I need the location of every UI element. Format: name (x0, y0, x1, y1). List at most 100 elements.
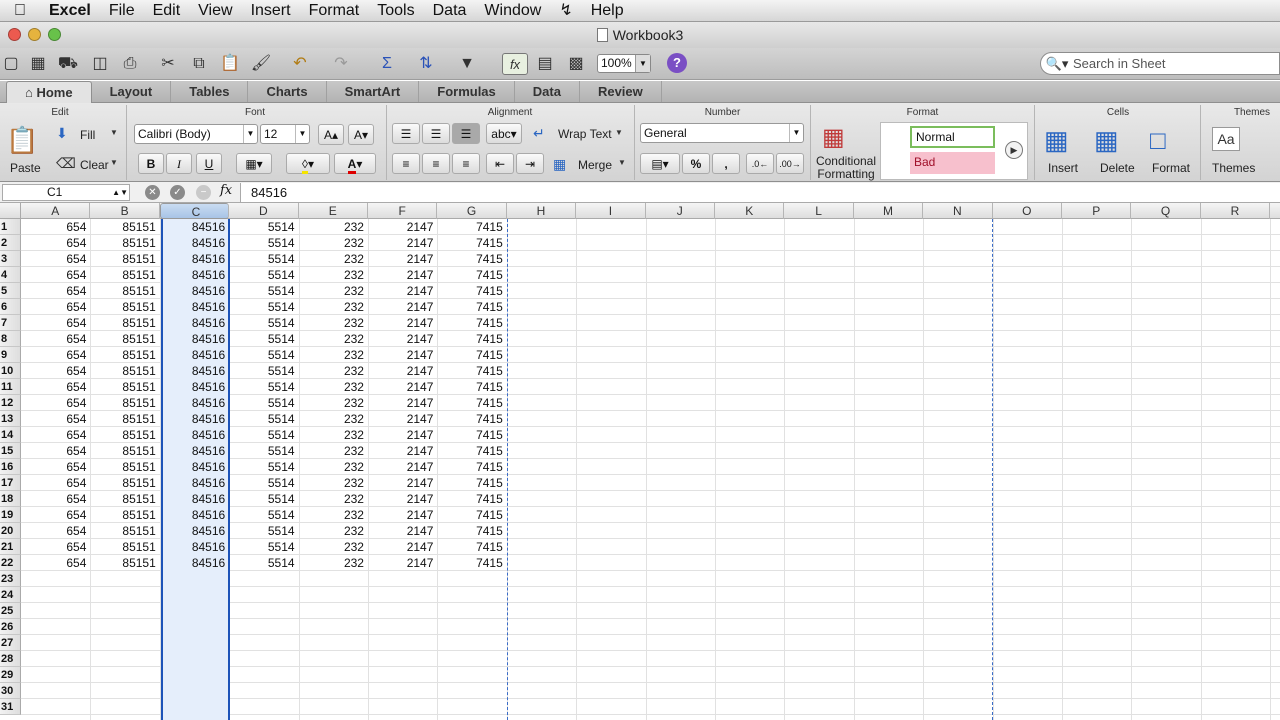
cell-a1[interactable]: 654 (21, 219, 90, 235)
delete-button[interactable]: Delete (1100, 161, 1135, 175)
column-header-p[interactable]: P (1062, 203, 1132, 219)
cell-e15[interactable]: 232 (299, 443, 368, 459)
cell-b17[interactable]: 85151 (90, 475, 159, 491)
cell-c4[interactable]: 84516 (160, 267, 229, 283)
column-header-a[interactable]: A (21, 203, 91, 219)
cell-b11[interactable]: 85151 (90, 379, 159, 395)
cell-b12[interactable]: 85151 (90, 395, 159, 411)
cell-f19[interactable]: 2147 (368, 507, 437, 523)
format-cells-icon[interactable]: □ (1150, 125, 1166, 156)
formula-input[interactable]: 84516 (240, 183, 1280, 202)
delete-cells-icon[interactable]: ▦ (1094, 125, 1119, 156)
cell-g11[interactable]: 7415 (437, 379, 506, 395)
script-menu-icon[interactable]: ↯ (550, 0, 581, 22)
cut-icon[interactable]: ✂ (157, 53, 179, 75)
row-header[interactable]: 27 (0, 635, 21, 651)
cell-f2[interactable]: 2147 (368, 235, 437, 251)
decrease-decimal-button[interactable]: .00→ (776, 153, 804, 174)
align-center-button[interactable]: ≡ (422, 153, 450, 174)
cell-f14[interactable]: 2147 (368, 427, 437, 443)
merge-button[interactable]: Merge (578, 158, 612, 172)
cell-c10[interactable]: 84516 (160, 363, 229, 379)
row-header[interactable]: 8 (0, 331, 21, 347)
cell-d14[interactable]: 5514 (229, 427, 298, 443)
cell-d12[interactable]: 5514 (229, 395, 298, 411)
cell-g13[interactable]: 7415 (437, 411, 506, 427)
cell-d15[interactable]: 5514 (229, 443, 298, 459)
cell-c1[interactable]: 84516 (160, 219, 229, 235)
cell-a21[interactable]: 654 (21, 539, 90, 555)
cell-d11[interactable]: 5514 (229, 379, 298, 395)
column-header-k[interactable]: K (715, 203, 785, 219)
cell-g6[interactable]: 7415 (437, 299, 506, 315)
undo-icon[interactable]: ↶ (289, 53, 311, 75)
tab-charts[interactable]: Charts (248, 81, 327, 102)
increase-font-size-button[interactable]: A▴ (318, 124, 344, 145)
cell-e3[interactable]: 232 (299, 251, 368, 267)
redo-icon[interactable]: ↷ (330, 53, 352, 75)
cell-e9[interactable]: 232 (299, 347, 368, 363)
row-header[interactable]: 16 (0, 459, 21, 475)
cell-a9[interactable]: 654 (21, 347, 90, 363)
insert-button[interactable]: Insert (1048, 161, 1078, 175)
italic-button[interactable]: I (166, 153, 192, 174)
cell-a10[interactable]: 654 (21, 363, 90, 379)
cell-b13[interactable]: 85151 (90, 411, 159, 427)
cell-c8[interactable]: 84516 (160, 331, 229, 347)
chevron-down-icon[interactable]: ▼ (110, 128, 118, 137)
wrap-text-icon[interactable]: ↵ (533, 125, 545, 142)
cell-b16[interactable]: 85151 (90, 459, 159, 475)
tab-home[interactable]: ⌂ Home (6, 81, 92, 103)
cell-e11[interactable]: 232 (299, 379, 368, 395)
cell-c14[interactable]: 84516 (160, 427, 229, 443)
menu-view[interactable]: View (189, 0, 241, 22)
row-header[interactable]: 26 (0, 619, 21, 635)
cell-f17[interactable]: 2147 (368, 475, 437, 491)
cell-b21[interactable]: 85151 (90, 539, 159, 555)
cell-c5[interactable]: 84516 (160, 283, 229, 299)
font-color-button[interactable]: A▾ (334, 153, 376, 174)
cell-d3[interactable]: 5514 (229, 251, 298, 267)
cell-a19[interactable]: 654 (21, 507, 90, 523)
font-name-select[interactable]: Calibri (Body) ▼ (134, 124, 258, 144)
print-icon[interactable]: ⎙ (119, 53, 141, 75)
cell-b22[interactable]: 85151 (90, 555, 159, 571)
cell-g17[interactable]: 7415 (437, 475, 506, 491)
tab-data[interactable]: Data (515, 81, 580, 102)
row-header[interactable]: 7 (0, 315, 21, 331)
search-field[interactable]: 🔍▾ Search in Sheet (1040, 52, 1280, 75)
cell-f20[interactable]: 2147 (368, 523, 437, 539)
cell-c18[interactable]: 84516 (160, 491, 229, 507)
menu-format[interactable]: Format (300, 0, 369, 22)
cell-d4[interactable]: 5514 (229, 267, 298, 283)
column-header-m[interactable]: M (854, 203, 924, 219)
cell-b9[interactable]: 85151 (90, 347, 159, 363)
cell-e17[interactable]: 232 (299, 475, 368, 491)
decrease-indent-button[interactable]: ⇤ (486, 153, 514, 174)
cell-d2[interactable]: 5514 (229, 235, 298, 251)
menu-edit[interactable]: Edit (144, 0, 190, 22)
cell-c9[interactable]: 84516 (160, 347, 229, 363)
cell-c17[interactable]: 84516 (160, 475, 229, 491)
tab-layout[interactable]: Layout (92, 81, 172, 102)
cell-f3[interactable]: 2147 (368, 251, 437, 267)
cell-b3[interactable]: 85151 (90, 251, 159, 267)
cell-e6[interactable]: 232 (299, 299, 368, 315)
currency-format-button[interactable]: ▤▾ (640, 153, 680, 174)
autosum-icon[interactable]: Σ (376, 53, 398, 75)
align-left-button[interactable]: ≡ (392, 153, 420, 174)
fill-icon[interactable]: ⬇ (56, 125, 68, 142)
column-header-g[interactable]: G (437, 203, 507, 219)
cell-a3[interactable]: 654 (21, 251, 90, 267)
cell-e1[interactable]: 232 (299, 219, 368, 235)
cell-d10[interactable]: 5514 (229, 363, 298, 379)
cell-f1[interactable]: 2147 (368, 219, 437, 235)
paste-small-icon[interactable]: 📋 (219, 53, 241, 75)
cell-a16[interactable]: 654 (21, 459, 90, 475)
worksheet-grid[interactable]: ABCDEFGHIJKLMNOPQR 1 654 85151 84516 5514 232… (0, 203, 1280, 720)
cell-g22[interactable]: 7415 (437, 555, 506, 571)
chevron-down-icon[interactable]: ▼ (615, 128, 623, 137)
increase-indent-button[interactable]: ⇥ (516, 153, 544, 174)
cell-e7[interactable]: 232 (299, 315, 368, 331)
cell-c15[interactable]: 84516 (160, 443, 229, 459)
